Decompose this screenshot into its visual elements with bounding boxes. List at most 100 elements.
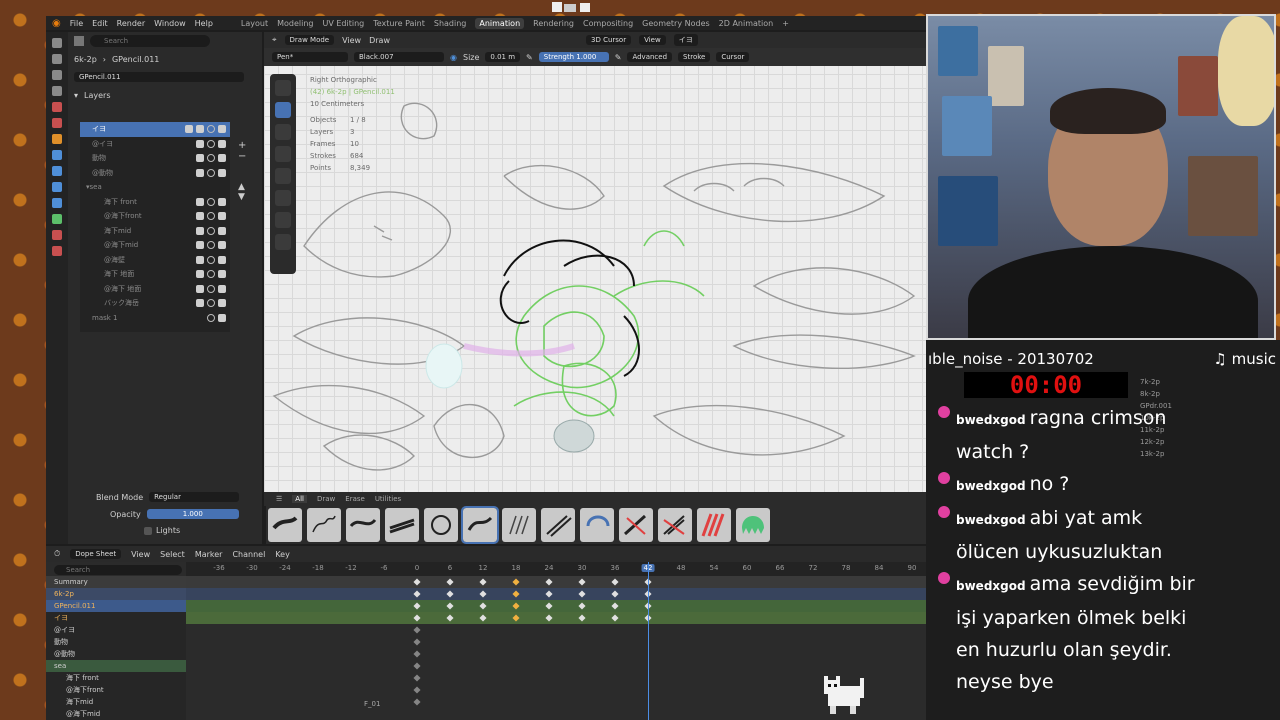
keyframe[interactable]: [413, 650, 421, 658]
mask-icon[interactable]: [196, 299, 204, 307]
cutter-tool-icon[interactable]: [275, 190, 291, 206]
menu-render[interactable]: Render: [117, 19, 145, 28]
channel-layer[interactable]: 動物: [46, 636, 186, 648]
eye-icon[interactable]: [218, 299, 226, 307]
eye-icon[interactable]: [218, 139, 226, 148]
workspace-tab-geometry-nodes[interactable]: Geometry Nodes: [642, 19, 709, 28]
size-field[interactable]: 0.01 m: [485, 52, 521, 62]
layer-item[interactable]: イヨ: [80, 122, 230, 137]
channel-summary[interactable]: Summary: [46, 576, 186, 588]
channel-layer[interactable]: @海下front: [46, 684, 186, 696]
3d-viewport[interactable]: ⌖ Draw Mode View Draw 3D Cursor View イヨ …: [264, 32, 926, 506]
brush-thumbnail[interactable]: [619, 508, 653, 542]
constraints-tab-icon[interactable]: [52, 198, 62, 208]
keyframe[interactable]: [413, 662, 421, 670]
mode-select[interactable]: Draw Mode: [284, 35, 335, 45]
mask-icon[interactable]: [185, 125, 193, 133]
layer-item[interactable]: @海下front: [80, 209, 230, 224]
layer-item[interactable]: @海下 地面: [80, 282, 230, 297]
keyframe[interactable]: [413, 698, 421, 706]
hamburger-icon[interactable]: ☰: [276, 495, 282, 503]
channel-object[interactable]: 6k-2p: [46, 588, 186, 600]
material-tab-icon[interactable]: [52, 230, 62, 240]
layer-item[interactable]: 動物: [80, 151, 230, 166]
playhead[interactable]: [648, 562, 649, 720]
draw-tool-icon[interactable]: [275, 102, 291, 118]
world-tab-icon[interactable]: [52, 118, 62, 128]
marker-label[interactable]: F_01: [364, 700, 380, 708]
erase-tool-icon[interactable]: [275, 124, 291, 140]
remove-layer-button[interactable]: −: [238, 151, 250, 162]
frame-ruler[interactable]: -36-30-24-18-12-606121824303642485460667…: [186, 562, 926, 576]
shelf-tab-all[interactable]: All: [292, 495, 307, 503]
layer-item[interactable]: 海下 地面: [80, 267, 230, 282]
layer-item[interactable]: 海下 front: [80, 195, 230, 210]
onion-icon[interactable]: [207, 299, 215, 307]
layer-item[interactable]: 海下mid: [80, 224, 230, 239]
view-layer-tab-icon[interactable]: [52, 86, 62, 96]
eyedropper-tool-icon[interactable]: [275, 212, 291, 228]
scene-tab-icon[interactable]: [52, 102, 62, 112]
workspace-tab-rendering[interactable]: Rendering: [533, 19, 574, 28]
onion-icon[interactable]: [207, 197, 215, 206]
channel-search-input[interactable]: Search: [54, 566, 90, 574]
physics-tab-icon[interactable]: [52, 182, 62, 192]
eye-icon[interactable]: [218, 197, 226, 206]
eye-icon[interactable]: [218, 125, 226, 133]
workspace-tab-layout[interactable]: Layout: [241, 19, 268, 28]
channel-layer[interactable]: @海下mid: [46, 708, 186, 720]
add-layer-button[interactable]: +: [238, 140, 250, 151]
cursor-menu[interactable]: Cursor: [716, 52, 750, 62]
brush-select[interactable]: Pen*: [272, 52, 348, 62]
lock-icon[interactable]: [196, 125, 204, 133]
channel-layer[interactable]: イヨ: [46, 612, 186, 624]
mask-icon[interactable]: [196, 139, 204, 148]
tool-tab-icon[interactable]: [52, 38, 62, 48]
material-select[interactable]: Black.007: [354, 52, 444, 62]
object-tab-icon[interactable]: [52, 134, 62, 144]
shelf-tab-draw[interactable]: Draw: [317, 495, 335, 503]
layer-item[interactable]: @イヨ: [80, 137, 230, 152]
tint-tool-icon[interactable]: [275, 168, 291, 184]
brush-thumbnail[interactable]: [268, 508, 302, 542]
onion-icon[interactable]: [207, 154, 215, 162]
layer-item[interactable]: バック海岳: [80, 296, 230, 311]
lights-checkbox[interactable]: [144, 526, 152, 535]
fill-tool-icon[interactable]: [275, 146, 291, 162]
blend-mode-select[interactable]: Regular: [149, 492, 240, 502]
channel-layer[interactable]: 海下mid: [46, 696, 186, 708]
lock-icon[interactable]: [218, 313, 226, 322]
mask-icon[interactable]: [196, 241, 204, 249]
brush-thumbnail[interactable]: [541, 508, 575, 542]
mask-icon[interactable]: [196, 154, 204, 162]
layer-item[interactable]: @動物: [80, 166, 230, 181]
workspace-tab-shading[interactable]: Shading: [434, 19, 467, 28]
keyframe[interactable]: [413, 626, 421, 634]
move-layer-down-button[interactable]: ▼: [238, 192, 250, 202]
channel-layer[interactable]: @イヨ: [46, 624, 186, 636]
eye-icon[interactable]: [218, 284, 226, 293]
mask-icon[interactable]: [196, 226, 204, 235]
eye-icon[interactable]: [218, 270, 226, 278]
pivot-3d-cursor-select[interactable]: 3D Cursor: [586, 35, 632, 45]
dope-sheet-editor[interactable]: ⏱ Dope Sheet View Select Marker Channel …: [46, 546, 926, 720]
channel-layer[interactable]: @動物: [46, 648, 186, 660]
brush-thumbnail[interactable]: [424, 508, 458, 542]
brush-thumbnail[interactable]: [580, 508, 614, 542]
menu-file[interactable]: File: [70, 19, 83, 28]
channel-gpencil[interactable]: GPencil.011: [46, 600, 186, 612]
move-layer-up-button[interactable]: ▲: [238, 182, 250, 192]
active-layer-select[interactable]: イヨ: [673, 34, 698, 46]
brush-thumbnail-active[interactable]: [461, 506, 499, 544]
menu-window[interactable]: Window: [154, 19, 186, 28]
menu-draw[interactable]: Draw: [369, 36, 390, 45]
workspace-tab-animation[interactable]: Animation: [475, 17, 525, 29]
eye-icon[interactable]: [218, 241, 226, 249]
menu-help[interactable]: Help: [195, 19, 213, 28]
menu-edit[interactable]: Edit: [92, 19, 108, 28]
modifier-tab-icon[interactable]: [52, 150, 62, 160]
brush-thumbnail[interactable]: [658, 508, 692, 542]
strength-pressure-icon[interactable]: ✎: [615, 53, 622, 62]
gpencil-data-tab-icon[interactable]: [52, 214, 62, 224]
brush-thumbnail[interactable]: [502, 508, 536, 542]
